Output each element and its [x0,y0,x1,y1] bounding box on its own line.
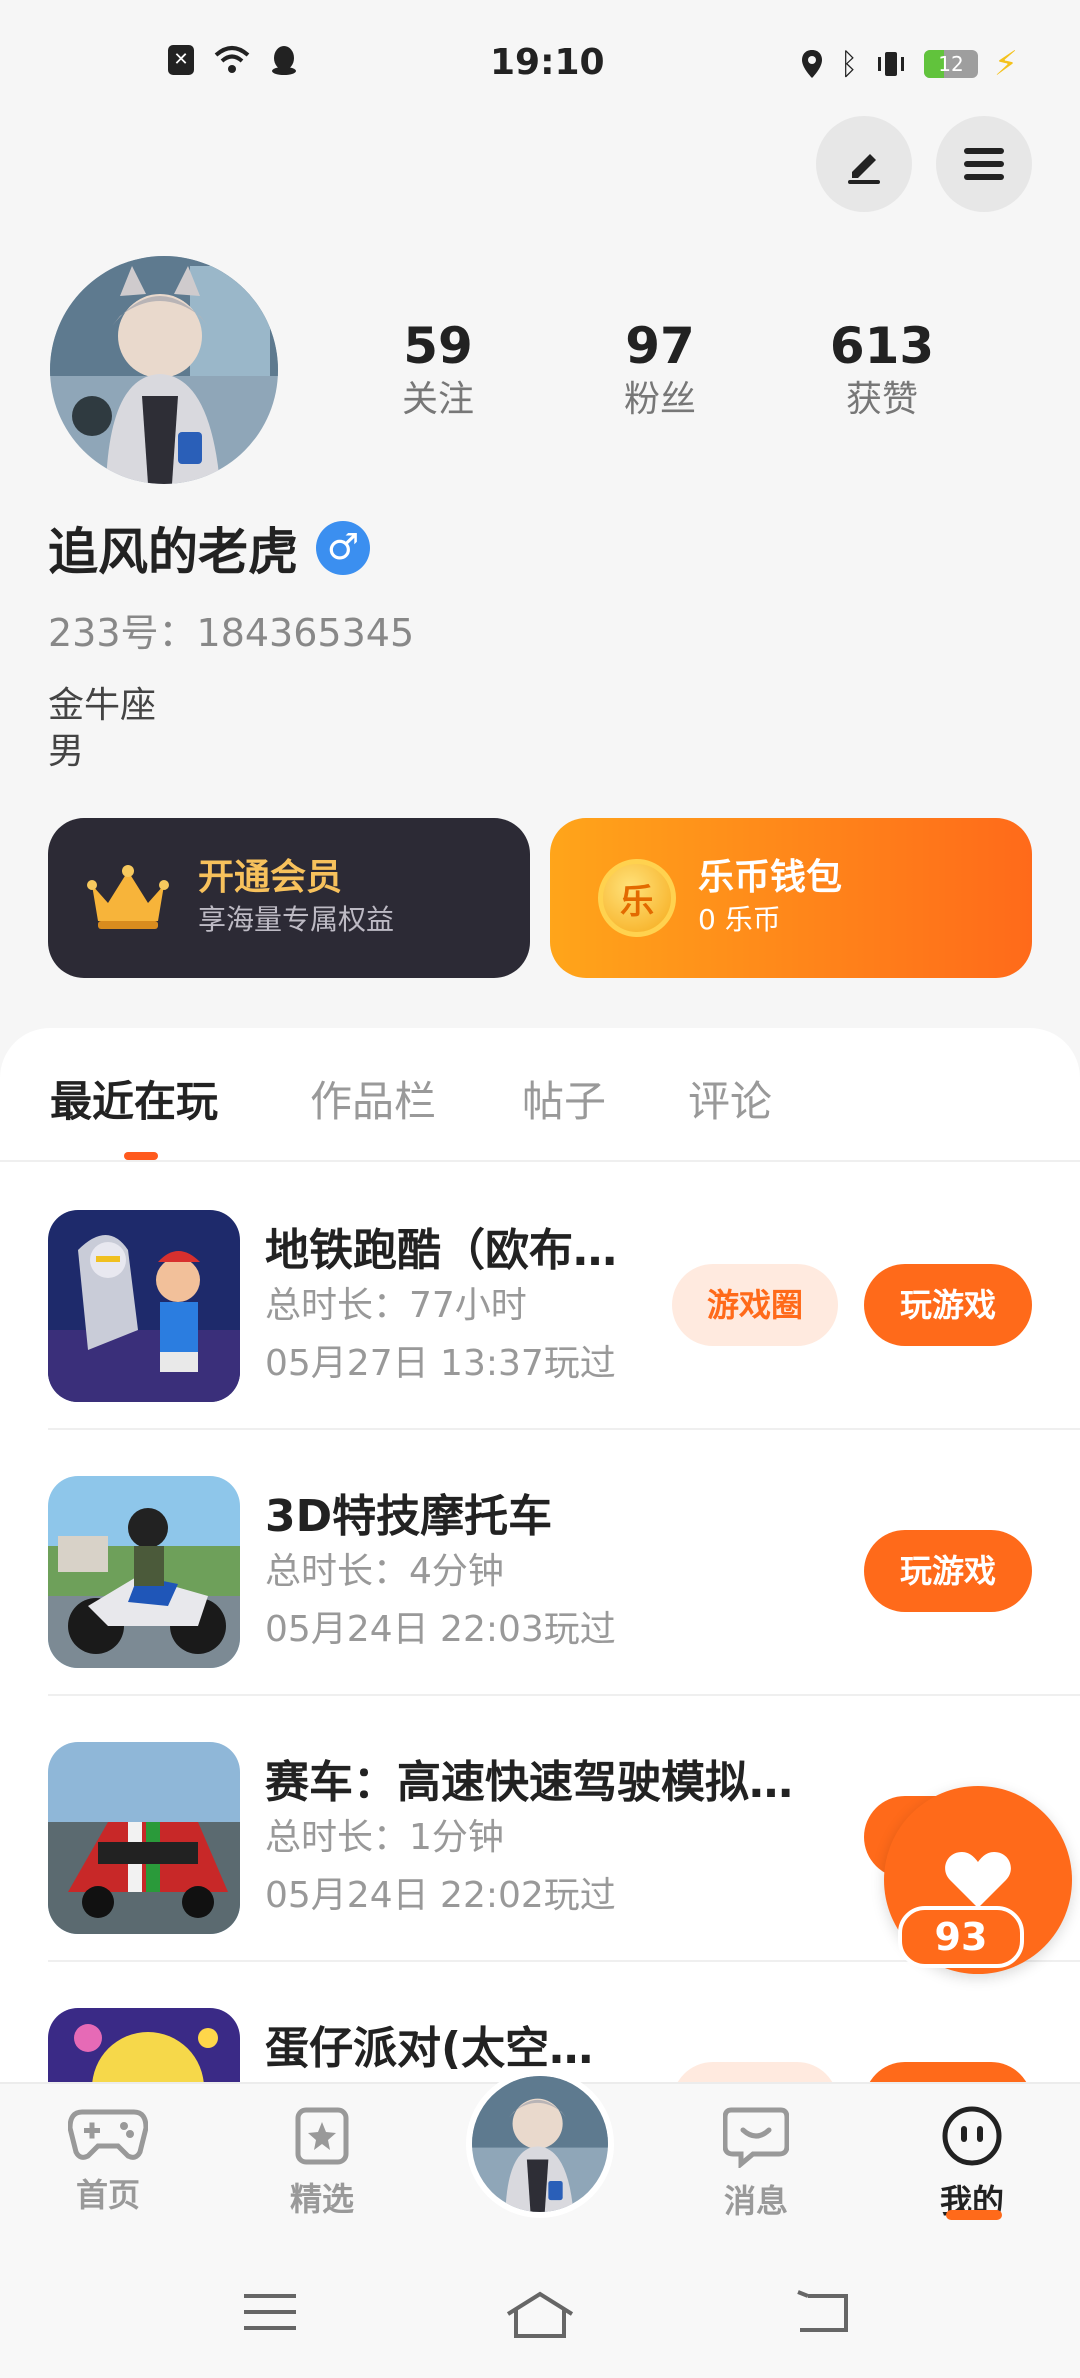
game-thumbnail-subway [48,1210,240,1402]
tab-recent-play[interactable]: 最近在玩 [50,1068,218,1129]
heart-icon [945,1852,1011,1908]
edit-profile-button[interactable] [816,116,912,212]
wifi-icon [214,46,250,73]
vip-title: 开通会员 [198,857,343,898]
fans-count: 97 [625,317,695,375]
wallet-title: 乐币钱包 [698,857,843,898]
profile-name: 追风的老虎 [48,523,298,581]
nav-mine[interactable]: 我的 [902,2106,1042,2222]
nav-featured-label: 精选 [289,2180,354,2218]
nav-messages[interactable]: 消息 [686,2106,826,2222]
nav-center-avatar[interactable] [466,2070,614,2218]
likes-label: 获赞 [845,379,918,420]
row-divider [48,1694,1080,1696]
game-circle-button[interactable] [672,2062,838,2082]
nav-featured[interactable]: 精选 [252,2106,392,2220]
bluetooth-icon: ᛒ [840,46,858,82]
play-game-button[interactable] [864,2062,1032,2082]
tab-posts[interactable]: 帖子 [522,1068,606,1129]
avatar-illustration [50,256,278,484]
avatar[interactable] [50,256,278,484]
row-divider [48,1428,1080,1430]
game-row[interactable]: 地铁跑酷（欧布… 总时长：77小时 05月27日 13:37玩过 游戏圈 玩游戏 [0,1192,1080,1456]
star-card-icon [295,2107,349,2165]
like-count-badge: 93 [898,1906,1024,1968]
profile-uid: 233号：184365345 [48,611,415,655]
game-name: 地铁跑酷（欧布… [265,1225,617,1276]
game-duration: 总时长：1分钟 [265,1817,504,1858]
game-last-played: 05月24日 22:02玩过 [265,1875,616,1916]
tab-indicator [124,1152,158,1160]
battery-icon: 12 [924,50,978,78]
nav-mine-underline [946,2210,1002,2220]
nav-home[interactable]: 首页 [38,2106,178,2216]
game-thumbnail-moto [48,1476,240,1668]
vibrate-icon [878,52,904,76]
game-last-played: 05月27日 13:37玩过 [265,1343,616,1384]
game-duration: 总时长：77小时 [265,1285,527,1326]
fans-label: 粉丝 [623,379,696,420]
game-name: 3D特技摩托车 [265,1491,553,1542]
home-icon[interactable] [504,2290,576,2340]
nav-messages-label: 消息 [723,2182,788,2220]
nav-home-label: 首页 [75,2176,140,2214]
pencil-icon [848,154,880,184]
avatar-mini [472,2076,608,2212]
recent-apps-icon[interactable] [242,2290,298,2334]
game-thumbnail-racing [48,1742,240,1934]
status-icons-left: ✕ [168,44,298,76]
charging-icon: ⚡ [994,44,1018,84]
notification-x-icon: ✕ [168,45,194,75]
game-thumbnail-eggy [48,2008,240,2082]
qq-penguin-icon [272,46,296,75]
face-icon [942,2106,1002,2166]
status-icons-right: ᛒ 12 ⚡ [800,44,1018,84]
back-icon[interactable] [794,2290,850,2334]
play-game-button[interactable]: 玩游戏 [864,1530,1032,1612]
crown-icon [87,865,169,929]
status-bar: ✕ 19:10 ᛒ 12 ⚡ [0,0,1080,130]
menu-icon [964,148,1004,180]
game-row[interactable]: 3D特技摩托车 总时长：4分钟 05月24日 22:03玩过 玩游戏 [0,1458,1080,1722]
stat-likes[interactable]: 613 获赞 [802,316,962,424]
profile-zodiac: 金牛座 [48,685,157,726]
following-label: 关注 [401,379,474,420]
gamepad-icon [67,2109,149,2160]
game-name: 赛车：高速快速驾驶模拟… [265,1757,793,1808]
game-duration: 总时长：4分钟 [265,1551,504,1592]
stat-following[interactable]: 59 关注 [358,316,518,424]
male-gender-icon: ♂ [316,521,370,575]
following-count: 59 [403,317,473,375]
play-game-button[interactable]: 玩游戏 [864,1264,1032,1346]
coin-icon: 乐 [598,859,676,937]
vip-card[interactable]: 开通会员 享海量专属权益 [48,818,530,978]
likes-count: 613 [829,317,935,375]
game-last-played: 05月24日 22:03玩过 [265,1609,616,1650]
chat-bubble-icon [722,2107,790,2170]
location-icon [802,50,822,78]
stat-fans[interactable]: 97 粉丝 [580,316,740,424]
profile-gender: 男 [48,731,85,772]
game-circle-button[interactable]: 游戏圈 [672,1264,838,1346]
vip-subtitle: 享海量专属权益 [198,903,395,936]
wallet-balance: 0 乐币 [698,903,781,936]
tab-divider [0,1160,1080,1162]
menu-button[interactable] [936,116,1032,212]
game-name: 蛋仔派对(太空… [265,2023,594,2074]
tab-comments[interactable]: 评论 [688,1068,772,1129]
wallet-card[interactable]: 乐 乐币钱包 0 乐币 [550,818,1032,978]
status-time: 19:10 [490,42,605,83]
profile-name-row: 追风的老虎 ♂ [48,512,370,584]
game-row[interactable]: 蛋仔派对(太空… [0,1990,1080,2082]
tab-works[interactable]: 作品栏 [310,1068,436,1129]
